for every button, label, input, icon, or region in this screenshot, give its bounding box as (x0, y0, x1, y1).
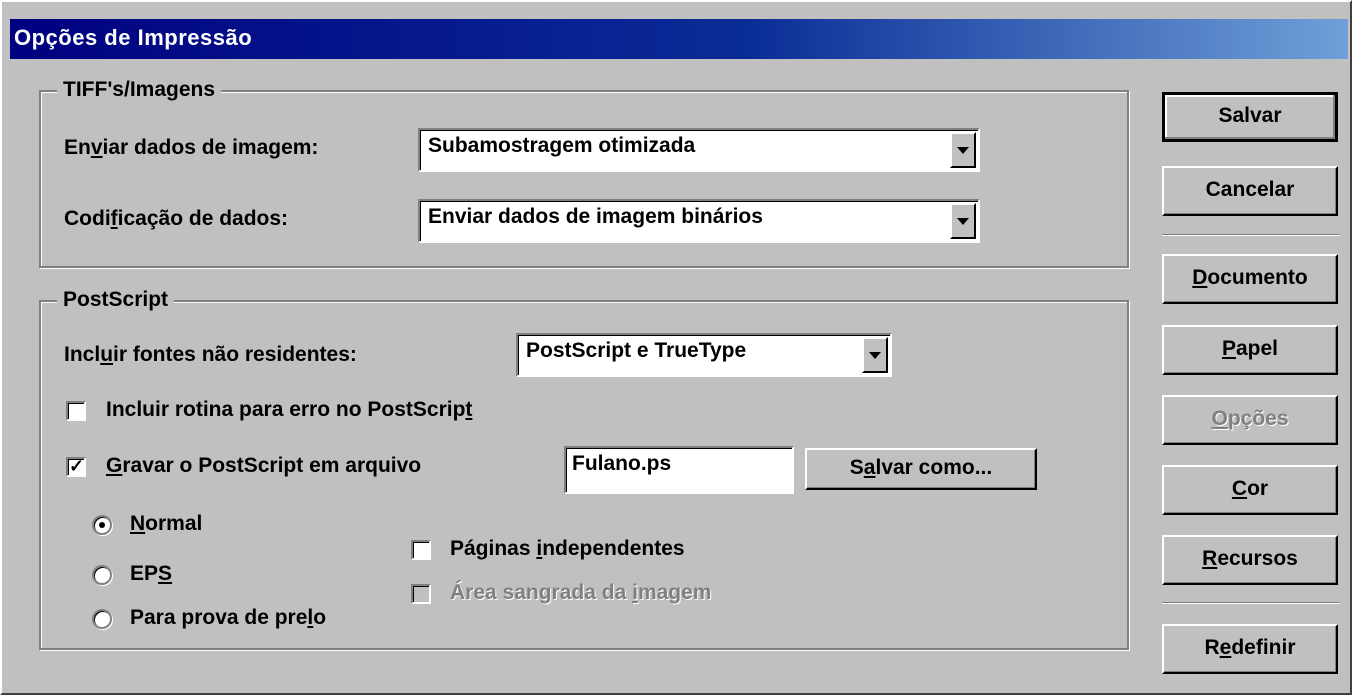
send-image-data-select[interactable]: Subamostragem otimizada (418, 128, 980, 172)
resources-button[interactable]: Recursos (1162, 535, 1338, 585)
radio-eps[interactable] (92, 565, 112, 585)
color-button[interactable]: Cor (1162, 465, 1338, 515)
dropdown-arrow-icon[interactable] (950, 203, 976, 239)
write-to-file-checkbox[interactable]: ✓ (66, 456, 86, 477)
include-fonts-label: Incluir fontes não residentes: (64, 343, 357, 366)
reset-button[interactable]: Redefinir (1162, 624, 1338, 674)
options-button[interactable]: Opções (1162, 395, 1338, 445)
paper-button[interactable]: Papel (1162, 325, 1338, 375)
error-routine-label[interactable]: Incluir rotina para erro no PostScript (106, 398, 472, 422)
document-button[interactable]: Documento (1162, 254, 1338, 304)
save-button[interactable]: Salvar (1162, 92, 1338, 142)
send-image-data-label: Enviar dados de imagem: (64, 136, 319, 159)
print-options-dialog: Opções de Impressão TIFF's/Imagens Envia… (0, 0, 1352, 695)
filename-value: Fulano.ps (572, 452, 672, 475)
separator (1162, 602, 1340, 604)
write-to-file-label[interactable]: Gravar o PostScript em arquivo (106, 454, 421, 478)
data-encoding-value: Enviar dados de imagem binários (428, 205, 763, 228)
radio-proof-label[interactable]: Para prova de prelo (130, 606, 326, 630)
data-encoding-select[interactable]: Enviar dados de imagem binários (418, 199, 980, 243)
data-encoding-label: Codificação de dados: (64, 207, 289, 230)
filename-input[interactable]: Fulano.ps (564, 446, 794, 494)
bleed-area-checkbox (411, 584, 431, 604)
radio-selected-dot (99, 522, 105, 528)
radio-normal[interactable] (92, 515, 112, 535)
dropdown-arrow-icon[interactable] (950, 132, 976, 168)
radio-normal-label[interactable]: Normal (130, 512, 202, 536)
save-as-button[interactable]: Salvar como... (805, 448, 1037, 490)
error-routine-checkbox[interactable] (66, 401, 86, 421)
independent-pages-label[interactable]: Páginas independentes (450, 537, 685, 561)
postscript-group-title: PostScript (57, 288, 175, 312)
send-image-data-value: Subamostragem otimizada (428, 134, 696, 157)
cancel-button[interactable]: Cancelar (1162, 166, 1338, 216)
include-fonts-value: PostScript e TrueType (526, 339, 747, 362)
dropdown-arrow-icon[interactable] (862, 337, 888, 373)
checkmark-icon: ✓ (69, 456, 85, 476)
window-title: Opções de Impressão (14, 25, 253, 50)
tiff-images-group-title: TIFF's/Imagens (57, 78, 222, 102)
radio-proof[interactable] (92, 609, 112, 629)
independent-pages-checkbox[interactable] (411, 540, 431, 560)
bleed-area-label: Área sangrada da imagem (450, 581, 712, 604)
include-fonts-select[interactable]: PostScript e TrueType (516, 333, 892, 377)
title-bar[interactable]: Opções de Impressão (10, 19, 1348, 59)
separator (1162, 234, 1340, 236)
radio-eps-label[interactable]: EPS (130, 562, 172, 586)
